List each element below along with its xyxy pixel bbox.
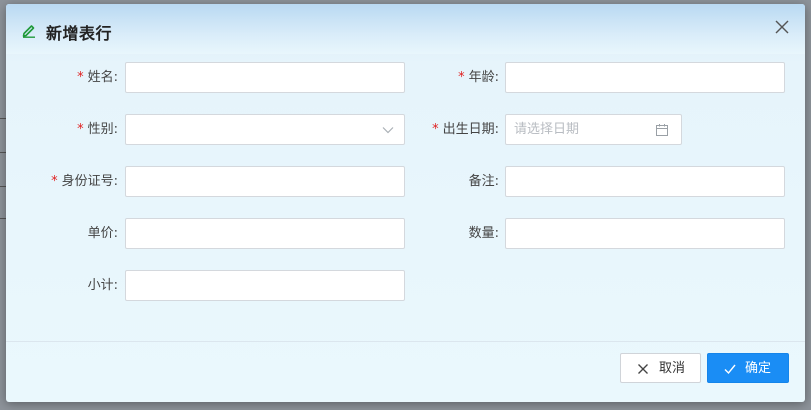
add-row-dialog: 新增表行 *姓名: *年龄: *性别: *出生日期: *身份证号: 备注: xyxy=(6,4,805,402)
unit-price-field-box xyxy=(125,218,405,249)
age-label-text: 年龄: xyxy=(468,70,499,85)
idcard-field-box xyxy=(125,166,405,197)
name-input[interactable] xyxy=(126,63,404,92)
quantity-field-box xyxy=(505,218,785,249)
confirm-button-label: 确定 xyxy=(745,361,772,376)
cancel-button[interactable]: 取消 xyxy=(620,353,701,383)
birthdate-label: * 出生日期: xyxy=(389,114,499,145)
birthdate-label-text: 出生日期: xyxy=(442,122,499,137)
gender-select[interactable] xyxy=(125,114,405,145)
close-icon[interactable] xyxy=(773,18,791,36)
birthdate-picker xyxy=(505,114,682,145)
unit-price-label: 单价: xyxy=(87,226,118,241)
required-mark: * xyxy=(432,122,439,137)
gender-label-text: 性别: xyxy=(87,122,118,137)
required-mark: * xyxy=(77,122,84,137)
footer-divider xyxy=(6,341,805,342)
subtotal-input[interactable] xyxy=(126,271,404,300)
required-mark: * xyxy=(77,70,84,85)
age-label: * 年龄: xyxy=(389,62,499,93)
remark-field-box xyxy=(505,166,785,197)
age-input[interactable] xyxy=(506,63,784,92)
subtotal-label: 小计: xyxy=(87,278,118,293)
confirm-button[interactable]: 确定 xyxy=(707,353,789,383)
dialog-title: 新增表行 xyxy=(46,24,113,43)
idcard-input[interactable] xyxy=(126,167,404,196)
name-field-box xyxy=(125,62,405,93)
quantity-label: 数量: xyxy=(468,226,499,241)
name-label-text: 姓名: xyxy=(87,70,118,85)
gender-label: * 性别: xyxy=(8,114,118,145)
calendar-icon[interactable] xyxy=(655,123,669,137)
check-icon xyxy=(724,364,736,375)
name-label: * 姓名: xyxy=(8,62,118,93)
remark-input[interactable] xyxy=(506,167,784,196)
dialog-header: 新增表行 xyxy=(6,4,805,54)
quantity-input[interactable] xyxy=(506,219,784,248)
edit-icon xyxy=(22,25,35,38)
required-mark: * xyxy=(458,70,465,85)
age-field-box xyxy=(505,62,785,93)
required-mark: * xyxy=(51,174,58,189)
cancel-button-label: 取消 xyxy=(659,361,686,376)
idcard-label: * 身份证号: xyxy=(8,166,118,197)
close-icon xyxy=(638,364,648,374)
unit-price-input[interactable] xyxy=(126,219,404,248)
subtotal-field-box xyxy=(125,270,405,301)
idcard-label-text: 身份证号: xyxy=(61,174,118,189)
remark-label: 备注: xyxy=(468,174,499,189)
